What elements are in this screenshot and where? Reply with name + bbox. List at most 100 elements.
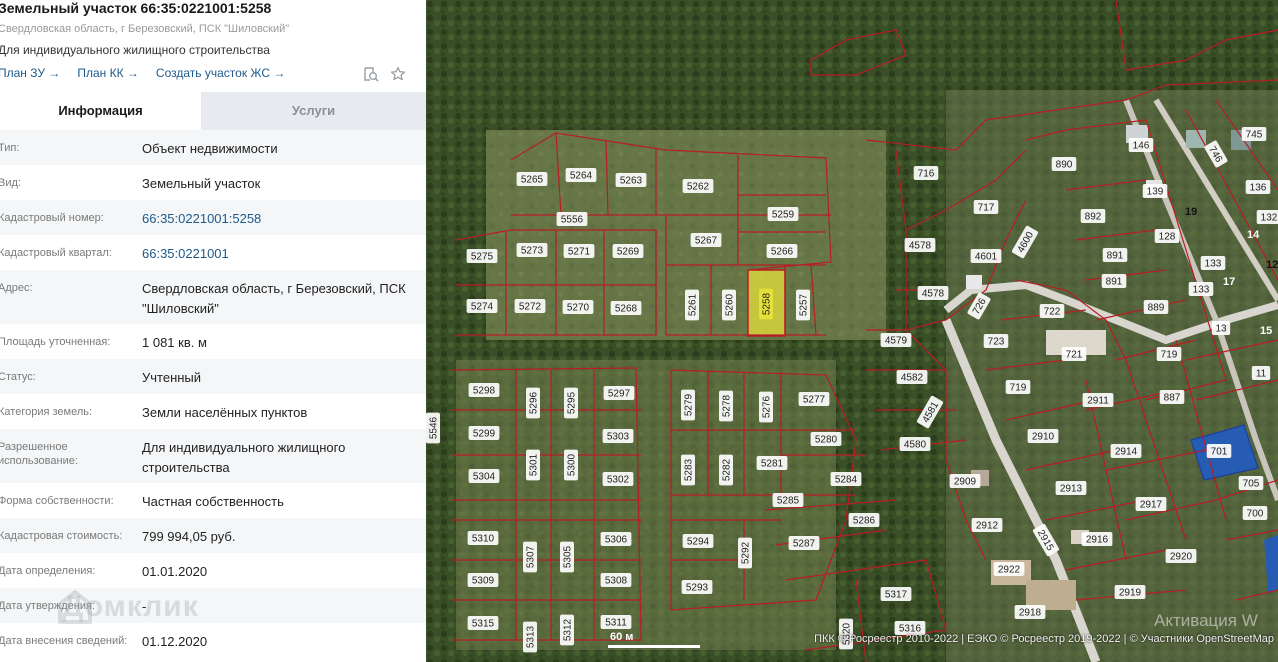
parcel-label-136[interactable]: 136 (1245, 180, 1271, 194)
parcel-label-2914[interactable]: 2914 (1110, 444, 1142, 458)
parcel-label-5281[interactable]: 5281 (756, 456, 788, 470)
parcel-label-2913[interactable]: 2913 (1055, 481, 1087, 495)
parcel-label-5306[interactable]: 5306 (600, 532, 632, 546)
parcel-label-133b[interactable]: 133 (1188, 282, 1214, 296)
parcel-label-2916[interactable]: 2916 (1081, 532, 1113, 546)
parcel-label-4582[interactable]: 4582 (896, 370, 928, 384)
parcel-label-2912[interactable]: 2912 (971, 518, 1003, 532)
parcel-label-716[interactable]: 716 (913, 166, 939, 180)
parcel-label-5285[interactable]: 5285 (772, 493, 804, 507)
parcel-label-11[interactable]: 11 (1251, 366, 1271, 380)
parcel-label-2917[interactable]: 2917 (1135, 497, 1167, 511)
parcel-label-5267[interactable]: 5267 (690, 233, 722, 247)
star-icon[interactable] (390, 66, 406, 82)
parcel-label-721[interactable]: 721 (1061, 347, 1087, 361)
parcel-label-5317[interactable]: 5317 (880, 587, 912, 601)
parcel-label-5301[interactable]: 5301 (526, 449, 540, 481)
parcel-label-889[interactable]: 889 (1143, 300, 1169, 314)
info-value-link[interactable]: 66:35:0221001 (142, 244, 412, 264)
parcel-label-5287[interactable]: 5287 (788, 536, 820, 550)
parcel-label-5302[interactable]: 5302 (602, 472, 634, 486)
parcel-label-5294[interactable]: 5294 (682, 534, 714, 548)
parcel-label-891b[interactable]: 891 (1101, 274, 1127, 288)
parcel-label-891a[interactable]: 891 (1102, 248, 1128, 262)
parcel-label-2910[interactable]: 2910 (1027, 429, 1059, 443)
parcel-label-5282[interactable]: 5282 (719, 454, 733, 486)
parcel-label-5269[interactable]: 5269 (612, 244, 644, 258)
parcel-label-5259[interactable]: 5259 (767, 207, 799, 221)
parcel-label-5312[interactable]: 5312 (560, 614, 574, 646)
parcel-label-5299[interactable]: 5299 (468, 426, 500, 440)
parcel-label-892[interactable]: 892 (1080, 209, 1106, 223)
parcel-label-5270[interactable]: 5270 (562, 300, 594, 314)
parcel-label-5275[interactable]: 5275 (466, 249, 498, 263)
parcel-label-5296[interactable]: 5296 (526, 387, 540, 419)
tab-services[interactable]: Услуги (201, 92, 426, 130)
parcel-label-701[interactable]: 701 (1206, 444, 1232, 458)
parcel-label-5315[interactable]: 5315 (467, 616, 499, 630)
parcel-label-5284[interactable]: 5284 (830, 472, 862, 486)
parcel-label-4579[interactable]: 4579 (880, 333, 912, 347)
parcel-label-745[interactable]: 745 (1241, 127, 1267, 141)
parcel-label-5313[interactable]: 5313 (523, 621, 537, 653)
parcel-label-5297[interactable]: 5297 (603, 386, 635, 400)
parcel-label-5257[interactable]: 5257 (796, 289, 810, 321)
parcel-label-723[interactable]: 723 (983, 334, 1009, 348)
parcel-label-5263[interactable]: 5263 (615, 173, 647, 187)
parcel-label-5286[interactable]: 5286 (848, 513, 880, 527)
info-value-link[interactable]: 66:35:0221001:5258 (142, 209, 412, 229)
parcel-label-2911[interactable]: 2911 (1082, 393, 1114, 407)
parcel-label-5300[interactable]: 5300 (564, 449, 578, 481)
parcel-label-719a[interactable]: 719 (1005, 380, 1031, 394)
parcel-label-128[interactable]: 128 (1154, 229, 1180, 243)
parcel-label-887[interactable]: 887 (1159, 390, 1185, 404)
parcel-label-4578b[interactable]: 4578 (917, 286, 949, 300)
parcel-label-5283[interactable]: 5283 (681, 454, 695, 486)
parcel-label-5274[interactable]: 5274 (466, 299, 498, 313)
parcel-label-2922[interactable]: 2922 (993, 562, 1025, 576)
parcel-label-5546[interactable]: 5546 (426, 412, 440, 444)
parcel-label-4578a[interactable]: 4578 (904, 238, 936, 252)
parcel-label-5295[interactable]: 5295 (564, 387, 578, 419)
parcel-label-890[interactable]: 890 (1051, 157, 1077, 171)
parcel-label-5278[interactable]: 5278 (719, 390, 733, 422)
parcel-label-2920[interactable]: 2920 (1165, 549, 1197, 563)
parcel-label-5258[interactable]: 5258 (759, 288, 773, 320)
parcel-label-5310[interactable]: 5310 (467, 531, 499, 545)
parcel-label-146[interactable]: 146 (1128, 138, 1154, 152)
tab-information[interactable]: Информация (0, 92, 201, 130)
parcel-label-13[interactable]: 13 (1211, 321, 1231, 335)
parcel-label-5311[interactable]: 5311 (600, 615, 632, 629)
parcel-label-5308[interactable]: 5308 (600, 573, 632, 587)
parcel-label-722[interactable]: 722 (1039, 304, 1065, 318)
create-plot-link[interactable]: Создать участок ЖС → (156, 66, 285, 80)
parcel-label-4580[interactable]: 4580 (899, 437, 931, 451)
parcel-label-5556[interactable]: 5556 (556, 212, 588, 226)
parcel-label-2919[interactable]: 2919 (1114, 585, 1146, 599)
parcel-label-5262[interactable]: 5262 (682, 179, 714, 193)
parcel-label-2918[interactable]: 2918 (1014, 605, 1046, 619)
parcel-label-2909[interactable]: 2909 (949, 474, 981, 488)
parcel-label-5276[interactable]: 5276 (759, 391, 773, 423)
parcel-label-5303[interactable]: 5303 (602, 429, 634, 443)
parcel-label-5293[interactable]: 5293 (681, 580, 713, 594)
parcel-label-719b[interactable]: 719 (1156, 347, 1182, 361)
parcel-label-5268[interactable]: 5268 (610, 301, 642, 315)
parcel-label-5279[interactable]: 5279 (681, 389, 695, 421)
parcel-label-5309[interactable]: 5309 (467, 573, 499, 587)
parcel-label-5264[interactable]: 5264 (565, 168, 597, 182)
parcel-label-5280[interactable]: 5280 (810, 432, 842, 446)
parcel-label-5265[interactable]: 5265 (516, 172, 548, 186)
parcel-label-705[interactable]: 705 (1238, 476, 1264, 490)
parcel-label-4601[interactable]: 4601 (970, 249, 1002, 263)
parcel-label-5304[interactable]: 5304 (468, 469, 500, 483)
parcel-label-133a[interactable]: 133 (1200, 256, 1226, 270)
plan-kk-link[interactable]: План КК → (77, 66, 139, 80)
parcel-label-5292[interactable]: 5292 (738, 537, 752, 569)
parcel-label-5272[interactable]: 5272 (514, 299, 546, 313)
parcel-label-5266[interactable]: 5266 (766, 244, 798, 258)
cadastral-map[interactable]: 5265 5264 5263 5262 5556 5259 5267 5266 5275 5273… (426, 0, 1278, 662)
parcel-label-5273[interactable]: 5273 (516, 243, 548, 257)
parcel-label-5277[interactable]: 5277 (798, 392, 830, 406)
map-canvas[interactable]: 5265 5264 5263 5262 5556 5259 5267 5266 5275 5273… (426, 0, 1278, 662)
